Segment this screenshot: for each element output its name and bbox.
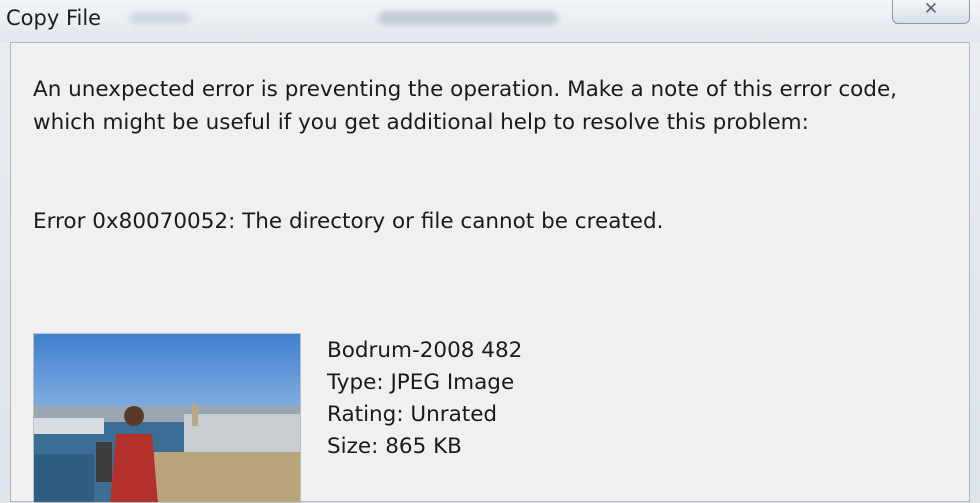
title-bar[interactable]: Copy File ✕ — [0, 0, 980, 42]
close-icon: ✕ — [923, 0, 939, 19]
file-name: Bodrum-2008 482 — [327, 338, 523, 363]
file-type: Type: JPEG Image — [327, 370, 515, 395]
copy-file-dialog: Copy File ✕ An unexpected error is preve… — [0, 0, 980, 503]
close-button[interactable]: ✕ — [892, 0, 970, 24]
file-details: Bodrum-2008 482 Type: JPEG Image Rating:… — [327, 335, 522, 463]
file-rating: Rating: Unrated — [327, 402, 498, 427]
blurred-title-text — [130, 12, 190, 24]
blurred-title-text — [378, 11, 558, 25]
dialog-content: An unexpected error is preventing the op… — [10, 42, 970, 503]
error-code: Error 0x80070052: The directory or file … — [33, 209, 664, 234]
dialog-title: Copy File — [6, 6, 102, 30]
error-message: An unexpected error is preventing the op… — [33, 77, 898, 135]
file-thumbnail — [33, 333, 301, 503]
file-size: Size: 865 KB — [327, 434, 462, 459]
photo-image — [34, 334, 300, 502]
